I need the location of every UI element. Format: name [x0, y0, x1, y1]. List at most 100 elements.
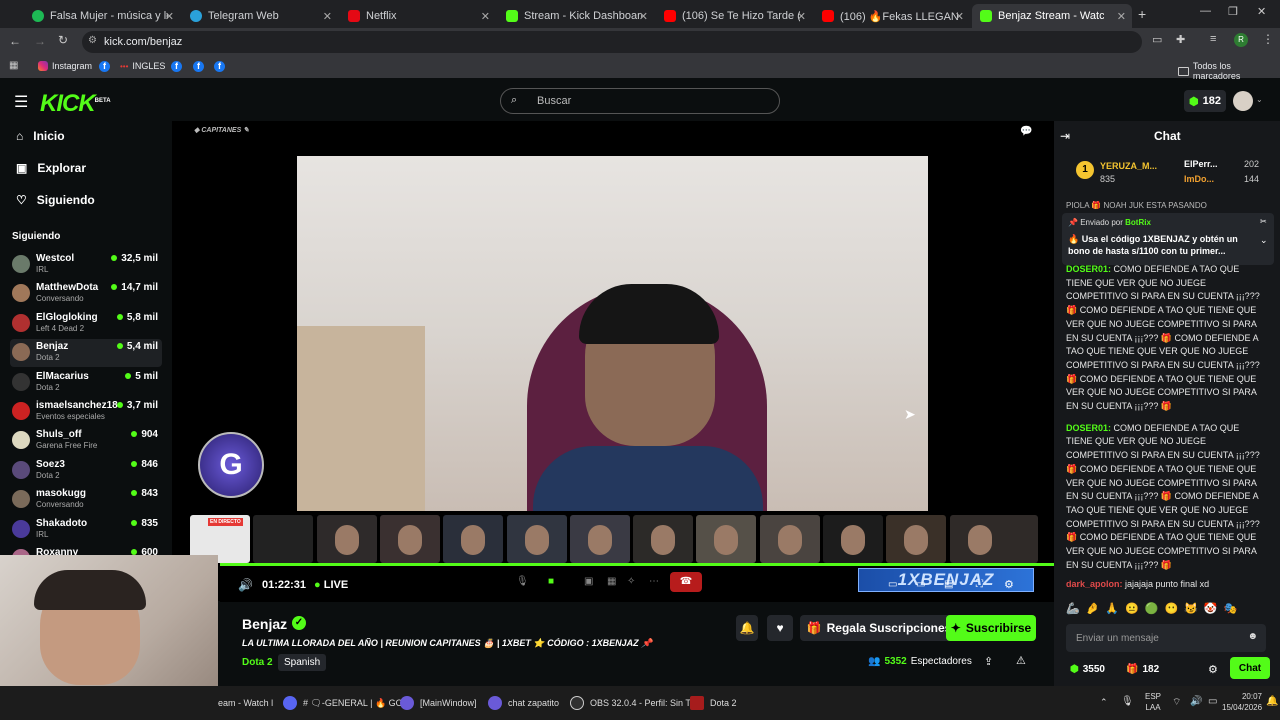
participant-thumbnail[interactable]	[253, 515, 314, 563]
emote-icon[interactable]: 🎭	[1224, 602, 1238, 618]
chat-settings-icon[interactable]: ⚙	[1208, 663, 1218, 676]
bookmark-facebook[interactable]: f	[99, 61, 110, 72]
participant-thumbnail[interactable]	[316, 515, 377, 563]
language-tag[interactable]: Spanish	[278, 654, 327, 671]
share-icon[interactable]: ⇪	[984, 655, 993, 668]
participant-thumbnail[interactable]	[506, 515, 567, 563]
all-bookmarks[interactable]: Todos los marcadores	[1178, 61, 1280, 81]
emote-icon[interactable]: 😶	[1165, 602, 1179, 618]
address-bar[interactable]: ⚙ kick.com/benjaz	[82, 31, 1142, 53]
bookmark-facebook[interactable]: f	[171, 61, 182, 72]
theater-mode-icon[interactable]: ▭	[888, 579, 897, 590]
collapse-chat-icon[interactable]: ⇥	[1060, 129, 1070, 143]
notifications-button[interactable]: 🔔	[736, 615, 758, 641]
battery-icon[interactable]: ▭	[1208, 696, 1217, 707]
browser-tab[interactable]: (106) Se Te Hizo Tarde (feat. El✕	[656, 4, 814, 28]
emote-icon[interactable]: 😼	[1184, 602, 1198, 618]
nav-explore[interactable]: ▣ Explorar	[16, 161, 86, 175]
follow-button[interactable]: ♥	[767, 615, 793, 641]
language-indicator[interactable]: ESP LAA	[1145, 691, 1161, 713]
extensions-icon[interactable]: ✚	[1176, 33, 1185, 46]
hamburger-menu-icon[interactable]: ☰	[14, 92, 28, 112]
notifications-icon[interactable]: 🔔	[1266, 696, 1278, 707]
taskbar-item[interactable]: OBS 32.0.4 - Perfil: Sin T	[570, 696, 691, 710]
tray-chevron-icon[interactable]: ⌃	[1100, 697, 1108, 708]
nav-home[interactable]: ⌂ Inicio	[16, 129, 65, 143]
subscribe-button[interactable]: ✦ Suscribirse	[946, 615, 1036, 641]
leader-name[interactable]: ElPerr...	[1184, 159, 1218, 169]
bookmark-instagram[interactable]: Instagram	[38, 61, 92, 71]
maximize-icon[interactable]: ❐	[1228, 5, 1238, 18]
browser-tab[interactable]: Falsa Mujer - música y letra de✕	[24, 4, 182, 28]
leader-name[interactable]: YERUZA_M...	[1100, 161, 1157, 171]
participant-thumbnail[interactable]	[443, 515, 504, 563]
taskbar-item[interactable]: eam - Watch l	[218, 698, 273, 708]
followed-channel[interactable]: Shuls_off Garena Free Fire 904	[10, 427, 162, 455]
clip-icon[interactable]: ▤	[944, 579, 953, 590]
close-tab-icon[interactable]: ✕	[165, 10, 174, 23]
taskbar-item[interactable]: Dota 2	[690, 696, 737, 710]
followed-channel[interactable]: masokugg Conversando 843	[10, 486, 162, 514]
chat-overlay-icon[interactable]: 💬	[1020, 126, 1032, 137]
user-avatar[interactable]	[1233, 91, 1253, 111]
install-app-icon[interactable]: ▭	[1152, 33, 1162, 46]
speaker-icon[interactable]: 🔊	[1190, 696, 1202, 707]
followed-channel[interactable]: ElGlogloking Left 4 Dead 2 5,8 mil	[10, 310, 162, 338]
unpin-icon[interactable]: ✂	[1260, 217, 1267, 226]
browser-menu-icon[interactable]: ⋮	[1262, 32, 1274, 46]
emote-icon[interactable]: 🙏	[1105, 602, 1119, 618]
participant-thumbnail[interactable]	[823, 515, 883, 563]
search-input[interactable]: ⌕ Buscar	[500, 88, 780, 114]
taskbar-item[interactable]: # 🗨-GENERAL | 🔥 GO	[283, 696, 403, 710]
followed-channel[interactable]: ElMacarius Dota 2 5 mil	[10, 369, 162, 397]
participant-thumbnail[interactable]	[759, 515, 820, 563]
gift-balance[interactable]: 🎁 182	[1126, 664, 1159, 675]
browser-tab-active[interactable]: Benjaz Stream - Watch Live✕	[972, 4, 1132, 28]
kick-logo[interactable]: KICKBETA	[40, 90, 111, 118]
leader-name[interactable]: ImDo...	[1184, 174, 1214, 184]
participant-thumbnail[interactable]	[569, 515, 630, 563]
browser-tab[interactable]: Telegram Web ✕	[182, 4, 340, 28]
nav-following[interactable]: ♡ Siguiendo	[16, 193, 95, 207]
apps-grid-icon[interactable]: ▦	[9, 60, 18, 71]
bookmark-facebook[interactable]: f	[214, 61, 225, 72]
emote-icon[interactable]: 🦾	[1066, 602, 1080, 618]
emote-icon[interactable]: 😐	[1125, 602, 1139, 618]
reload-icon[interactable]: ↻	[58, 33, 68, 47]
close-tab-icon[interactable]: ✕	[1117, 10, 1126, 23]
expand-icon[interactable]: ⌄	[1260, 235, 1268, 246]
emote-icon[interactable]: 🤌	[1086, 602, 1100, 618]
wifi-icon[interactable]: ⌔	[1172, 696, 1181, 709]
volume-icon[interactable]: 🔊	[238, 578, 253, 592]
gift-subscriptions-button[interactable]: 🎁 Regala Suscripciones	[800, 615, 958, 641]
participant-thumbnail[interactable]	[696, 515, 757, 563]
followed-channel[interactable]: Benjaz Dota 2 5,4 mil	[10, 339, 162, 368]
close-tab-icon[interactable]: ✕	[797, 10, 806, 23]
participant-thumbnail[interactable]	[949, 515, 1038, 563]
pip-icon[interactable]: ▭	[916, 579, 925, 590]
followed-channel[interactable]: Westcol IRL 32,5 mil	[10, 251, 162, 279]
new-tab-icon[interactable]: +	[1138, 6, 1146, 22]
emote-icon[interactable]: 🟢	[1145, 602, 1159, 618]
fullscreen-icon[interactable]: ⛶	[976, 579, 983, 590]
report-icon[interactable]: ⚠	[1016, 654, 1026, 667]
participant-thumbnail[interactable]	[886, 515, 947, 563]
participant-thumbnail[interactable]	[379, 515, 440, 563]
points-balance[interactable]: ⬢ 3550	[1070, 664, 1105, 675]
close-tab-icon[interactable]: ✕	[955, 10, 964, 23]
followed-channel[interactable]: ismaelsanchez18 Eventos especiales 3,7 mil	[10, 398, 162, 426]
emote-icon[interactable]: 🤡	[1204, 602, 1218, 618]
bookmark-facebook[interactable]: f	[193, 61, 204, 72]
category-link[interactable]: Dota 2	[242, 657, 273, 668]
participant-thumbnail[interactable]	[633, 515, 694, 563]
media-controls-icon[interactable]: ≡	[1210, 33, 1216, 45]
channel-name[interactable]: Benjaz	[242, 616, 287, 632]
profile-avatar[interactable]: R	[1234, 33, 1248, 47]
site-info-icon[interactable]: ⚙	[88, 35, 97, 46]
followed-channel[interactable]: Shakadoto IRL 835	[10, 516, 162, 544]
followed-channel[interactable]: Soez3 Dota 2 846	[10, 457, 162, 485]
clock[interactable]: 20:07 15/04/2026	[1222, 691, 1262, 713]
forward-icon[interactable]: →	[34, 34, 46, 48]
taskbar-item[interactable]: [MainWindow]	[400, 696, 477, 710]
send-chat-button[interactable]: Chat	[1230, 657, 1270, 679]
